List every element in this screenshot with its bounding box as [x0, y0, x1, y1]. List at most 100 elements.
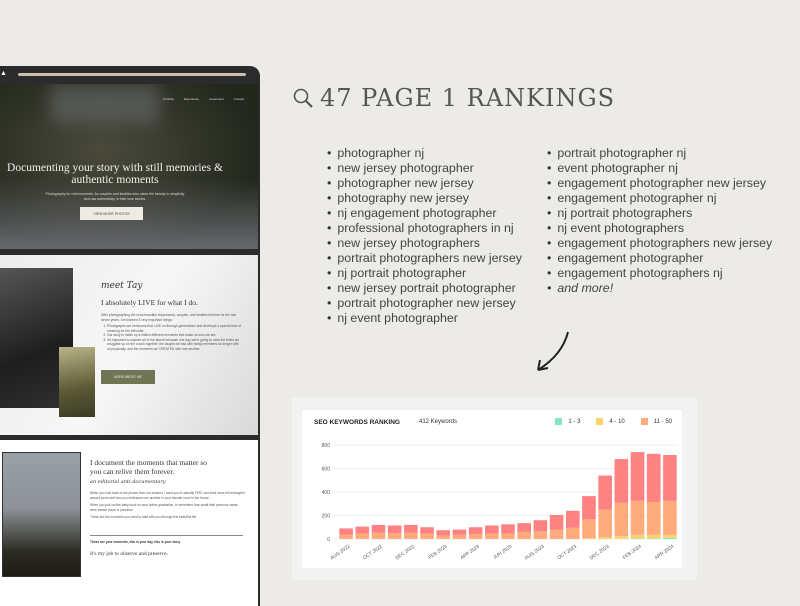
- doc-paragraph: When you pull out the baby book on your …: [90, 503, 245, 512]
- bar-segment: [355, 527, 369, 534]
- view-more-photos-button[interactable]: VIEW MORE PHOTOS: [80, 207, 143, 220]
- keyword-list-1: photographer njnew jersey photographerph…: [327, 146, 522, 326]
- x-tick-label: OCT 2022: [362, 544, 384, 562]
- bar-segment: [485, 534, 499, 539]
- y-tick-label: 600: [322, 467, 331, 473]
- more-about-me-button[interactable]: MORE ABOUT ME: [101, 370, 155, 384]
- x-tick-label: FEB 2023: [427, 544, 448, 561]
- x-tick-label: APR 2023: [459, 544, 481, 562]
- keyword-item: portrait photographers new jersey: [327, 251, 522, 266]
- bar-segment: [550, 515, 564, 530]
- chart-plot: 0200400600800AUG 2022OCT 2022DEC 2022FEB…: [302, 410, 682, 568]
- bar-segment: [501, 524, 515, 533]
- keyword-item: nj event photographer: [327, 311, 522, 326]
- keyword-item: photographer new jersey: [327, 176, 522, 191]
- doc-heading: I document the moments that matter so yo…: [90, 459, 220, 476]
- keyword-item: professional photographers in nj: [327, 221, 522, 236]
- bar-segment: [534, 520, 548, 531]
- bar-segment: [663, 501, 677, 535]
- bar-segment: [501, 534, 515, 539]
- keyword-item: and more!: [547, 281, 772, 296]
- bar-segment: [339, 528, 353, 534]
- doc-closing: It's my job to observe and preserve.: [90, 551, 168, 557]
- nav-investment[interactable]: Investment: [209, 97, 224, 101]
- nav-contact[interactable]: Contact: [234, 97, 244, 101]
- bar-segment: [582, 538, 596, 539]
- keyword-item: engagement photographer nj: [547, 191, 772, 206]
- bar-segment: [663, 538, 677, 539]
- bar-segment: [647, 538, 661, 539]
- about-section: meet Tay I absolutely LIVE for what I do…: [0, 255, 258, 435]
- x-tick-label: APR 2024: [654, 544, 676, 562]
- hero-title: Documenting your story with still memori…: [0, 162, 230, 186]
- about-text: After photographing the most beautiful e…: [101, 313, 241, 351]
- about-point: It's important to capture all of the abo…: [107, 338, 241, 352]
- about-point: Photographs are heirlooms that LIVE on t…: [107, 324, 241, 333]
- x-tick-label: AUG 2022: [329, 544, 351, 562]
- browser-address-bar: [18, 73, 246, 76]
- bar-segment: [436, 530, 450, 535]
- bar-segment: [647, 454, 661, 502]
- bar-segment: [404, 525, 418, 533]
- bar-segment: [339, 535, 353, 539]
- y-tick-label: 200: [322, 514, 331, 520]
- bar-segment: [388, 525, 402, 533]
- hero-section: Portfolio Experience Investment Contact …: [0, 84, 258, 249]
- bar-segment: [615, 459, 629, 502]
- arrow-icon: [530, 328, 575, 376]
- doc-paragraph: These are the moments you need to take w…: [90, 515, 245, 520]
- keyword-item: engagement photographers new jersey: [547, 236, 772, 251]
- about-intro: After photographing the most beautiful e…: [101, 313, 241, 322]
- bar-segment: [615, 503, 629, 536]
- bar-segment: [598, 476, 612, 510]
- document-section: I document the moments that matter so yo…: [0, 440, 258, 606]
- keyword-item: portrait photographer nj: [547, 146, 772, 161]
- keyword-item: nj event photographers: [547, 221, 772, 236]
- bar-segment: [598, 537, 612, 539]
- bar-segment: [517, 523, 531, 532]
- website-mockup: ▲ Portfolio Experience Investment Contac…: [0, 66, 260, 606]
- keyword-item: portrait photographer new jersey: [327, 296, 522, 311]
- keyword-item: new jersey portrait photographer: [327, 281, 522, 296]
- bar-segment: [485, 525, 499, 533]
- keyword-item: new jersey photographers: [327, 236, 522, 251]
- bar-segment: [647, 502, 661, 535]
- bar-segment: [647, 535, 661, 539]
- bar-segment: [582, 519, 596, 538]
- y-tick-label: 800: [322, 443, 331, 449]
- bar-segment: [663, 535, 677, 538]
- bar-segment: [615, 536, 629, 539]
- bar-segment: [453, 530, 467, 535]
- bar-segment: [469, 527, 483, 534]
- bar-segment: [631, 452, 645, 501]
- bar-segment: [598, 510, 612, 538]
- divider: [90, 535, 243, 536]
- bar-segment: [582, 496, 596, 519]
- keyword-item: event photographer nj: [547, 161, 772, 176]
- about-heading: I absolutely LIVE for what I do.: [101, 298, 198, 307]
- bar-segment: [388, 533, 402, 539]
- keyword-item: engagement photographer new jersey: [547, 176, 772, 191]
- bar-segment: [534, 531, 548, 539]
- rankings-headline: 47 PAGE 1 RANKINGS: [292, 84, 615, 112]
- nav-portfolio[interactable]: Portfolio: [163, 97, 174, 101]
- x-tick-label: DEC 2023: [589, 544, 611, 562]
- nav-experience[interactable]: Experience: [184, 97, 199, 101]
- keyword-item: photographer nj: [327, 146, 522, 161]
- bar-segment: [355, 534, 369, 539]
- keyword-item: engagement photographers nj: [547, 266, 772, 281]
- doc-paragraph: When you look back to the photos from ou…: [90, 491, 245, 500]
- y-tick-label: 0: [327, 537, 330, 543]
- bar-segment: [404, 533, 418, 539]
- keyword-item: new jersey photographer: [327, 161, 522, 176]
- hero-subtitle: Photography for real moments, for couple…: [45, 192, 185, 202]
- bar-segment: [631, 535, 645, 539]
- bar-segment: [372, 525, 386, 533]
- x-tick-label: JUN 2023: [492, 544, 513, 561]
- x-tick-label: FEB 2024: [622, 544, 643, 561]
- bar-segment: [631, 501, 645, 535]
- bar-segment: [663, 455, 677, 501]
- bar-segment: [372, 533, 386, 539]
- keyword-item: nj engagement photographer: [327, 206, 522, 221]
- bar-segment: [453, 535, 467, 539]
